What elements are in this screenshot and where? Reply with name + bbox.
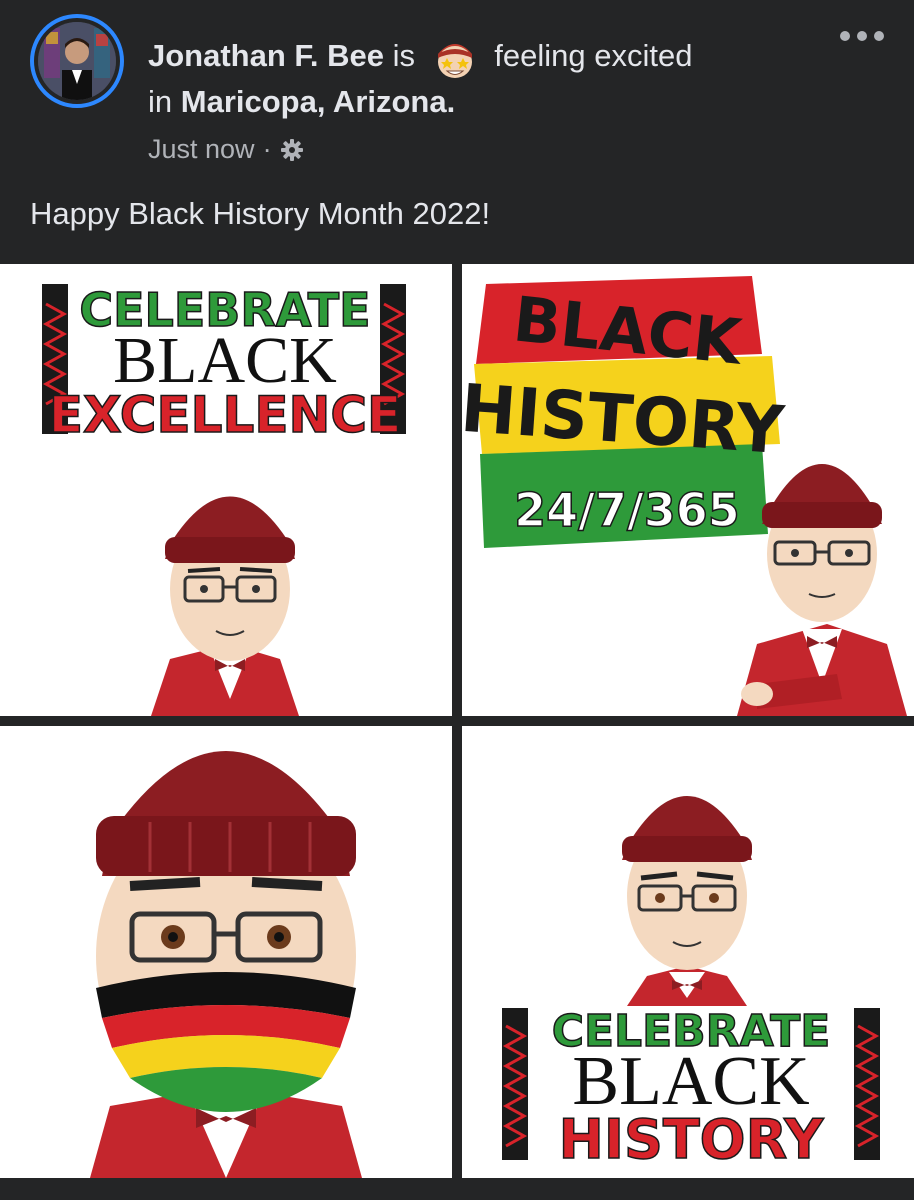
gear-icon[interactable]	[280, 138, 304, 162]
photo-masked-bitmoji[interactable]	[0, 726, 452, 1178]
photo-celebrate-black-excellence[interactable]: CELEBRATE BLACK EXCELLENCE	[0, 264, 452, 716]
facebook-post: Jonathan F. Bee is feeling excited in Ma…	[0, 0, 914, 1200]
more-dot	[840, 31, 850, 41]
location-prefix: in	[148, 83, 173, 119]
timestamp[interactable]: Just now	[148, 134, 255, 165]
more-dot	[874, 31, 884, 41]
author-name[interactable]: Jonathan F. Bee	[148, 38, 384, 73]
banner-line3: 24/7/365	[514, 483, 740, 537]
photo-black-history-247365[interactable]: BLACK HISTORY 24/7/365	[462, 264, 914, 716]
meta-separator: ·	[262, 134, 272, 164]
location-link[interactable]: Maricopa, Arizona.	[181, 84, 455, 119]
more-options-button[interactable]	[840, 26, 884, 46]
avatar-photo	[38, 22, 116, 100]
post-meta: Just now ·	[148, 134, 304, 165]
photo-celebrate-black-history[interactable]: CELEBRATE BLACK HISTORY	[462, 726, 914, 1178]
post-text: Happy Black History Month 2022!	[30, 196, 491, 231]
banner-line3: HISTORY	[559, 1108, 825, 1171]
post-title-line: Jonathan F. Bee is feeling excited in Ma…	[148, 34, 848, 124]
is-word: is	[392, 38, 416, 73]
star-eyes-emoji-icon	[432, 36, 478, 80]
avatar[interactable]	[30, 14, 124, 108]
more-dot	[857, 31, 867, 41]
post-header: Jonathan F. Bee is feeling excited in Ma…	[0, 0, 914, 262]
feeling-text: feeling excited	[494, 38, 693, 73]
banner-line3: EXCELLENCE	[49, 386, 401, 444]
